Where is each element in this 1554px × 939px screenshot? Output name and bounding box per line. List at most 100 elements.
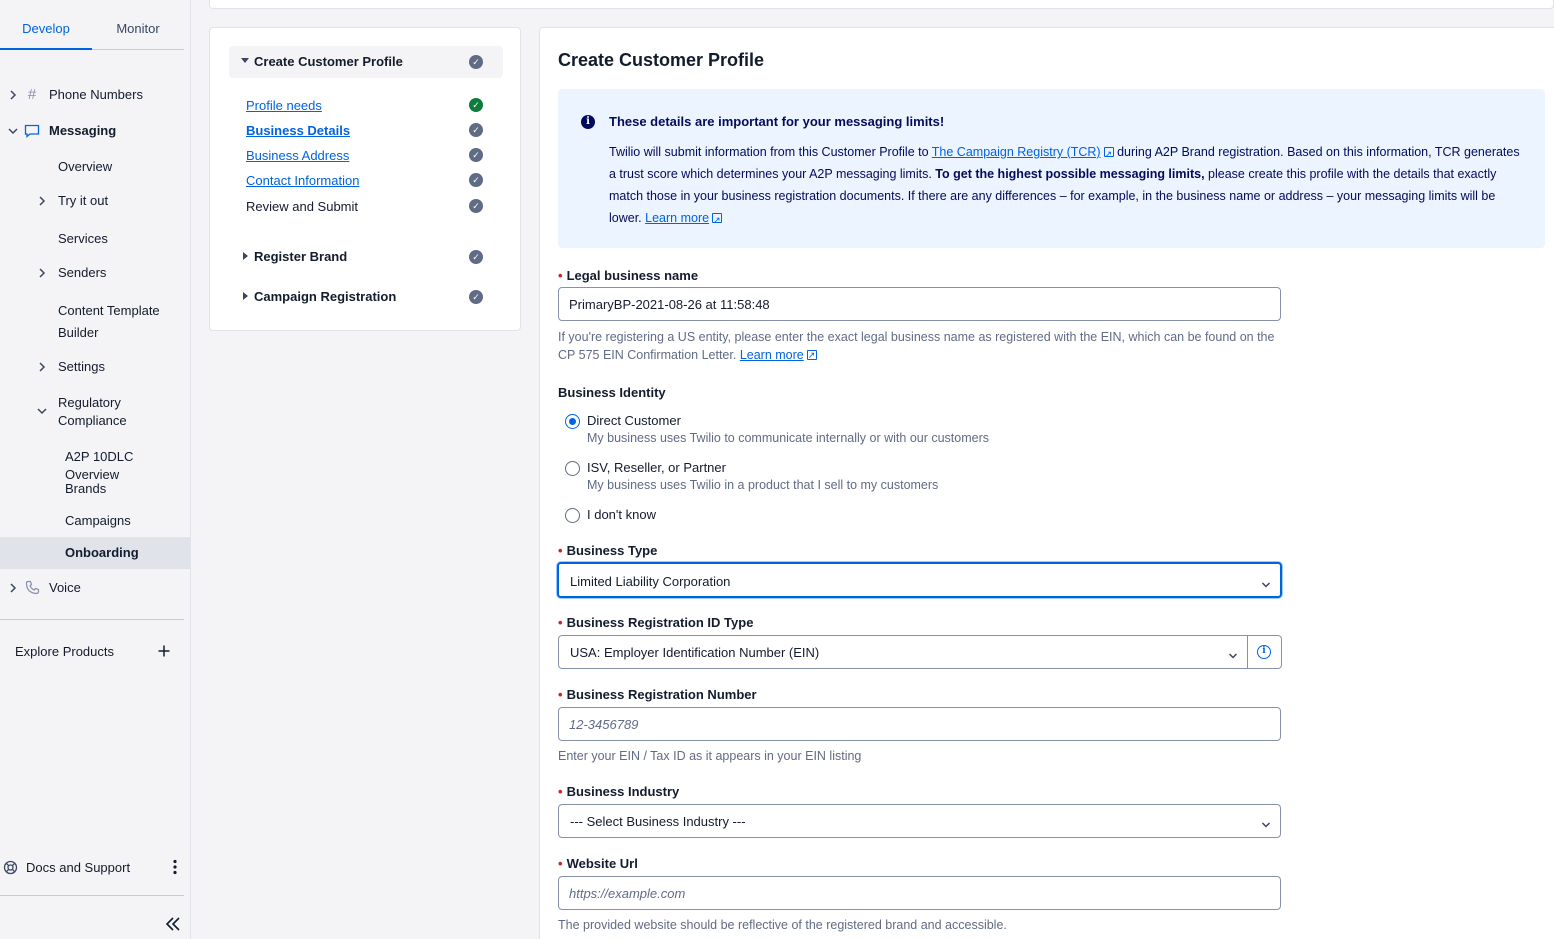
radio-direct-customer[interactable] <box>565 414 580 429</box>
chevron-right-icon <box>37 362 47 372</box>
business-industry-label: • Business Industry <box>558 784 679 799</box>
phone-icon <box>24 579 40 595</box>
chevron-down-icon <box>1261 817 1271 828</box>
nav-try-it-out[interactable]: Try it out <box>0 191 191 211</box>
nav-label: Try it out <box>58 193 109 208</box>
caret-down-icon <box>241 58 249 63</box>
label-text: Legal business name <box>566 268 699 283</box>
required-marker: • <box>558 268 563 283</box>
form-panel: Create Customer Profile i These details … <box>539 27 1554 939</box>
website-url-help: The provided website should be reflectiv… <box>558 918 1007 932</box>
substep-review-and-submit: Review and Submit <box>246 199 358 214</box>
learn-more-link[interactable]: Learn more <box>740 348 804 362</box>
business-industry-select[interactable]: --- Select Business Industry --- <box>558 804 1281 838</box>
registration-id-type-label: • Business Registration ID Type <box>558 615 753 630</box>
registration-number-input[interactable] <box>558 707 1281 741</box>
business-identity-label: Business Identity <box>558 385 666 400</box>
substep-contact-information[interactable]: Contact Information <box>246 173 359 189</box>
nav-overview[interactable]: Overview <box>0 157 191 177</box>
nav-label: Settings <box>58 359 105 374</box>
radio-description: My business uses Twilio in a product tha… <box>587 478 939 492</box>
nav-label: Campaigns <box>65 513 131 528</box>
label-text: Business Registration Number <box>566 687 757 702</box>
nav-senders[interactable]: Senders <box>0 263 191 283</box>
registration-number-label: • Business Registration Number <box>558 687 757 702</box>
explore-products[interactable]: Explore Products <box>0 642 191 662</box>
nav-services[interactable]: Services <box>0 229 191 249</box>
nav-label: Messaging <box>49 123 117 138</box>
chat-icon <box>24 123 40 139</box>
callout-title: These details are important for your mes… <box>609 114 945 129</box>
tab-develop[interactable]: Develop <box>0 0 92 50</box>
step-title: Campaign Registration <box>254 289 397 304</box>
radio-isv-reseller-partner[interactable] <box>565 461 580 476</box>
business-type-select[interactable]: Limited Liability Corporation <box>557 562 1282 598</box>
radio-dont-know[interactable] <box>565 508 580 523</box>
check-circle-icon: ✓ <box>469 55 483 69</box>
caret-right-icon <box>243 292 248 300</box>
plus-icon[interactable] <box>156 643 172 659</box>
chevron-right-icon <box>8 90 18 100</box>
nav-a2p-overview[interactable]: A2P 10DLC Overview <box>0 447 191 482</box>
tcr-link[interactable]: The Campaign Registry (TCR) <box>932 145 1101 159</box>
chevron-right-icon <box>37 196 47 206</box>
chevron-down-icon <box>1228 648 1238 659</box>
more-vertical-icon[interactable] <box>167 859 183 875</box>
check-circle-icon: ✓ <box>469 290 483 304</box>
registration-id-info-button[interactable]: i <box>1248 635 1282 669</box>
radio-label: ISV, Reseller, or Partner <box>587 460 726 475</box>
radio-description: My business uses Twilio to communicate i… <box>587 431 990 445</box>
required-marker: • <box>558 615 563 630</box>
help-text: If you're registering a US entity, pleas… <box>558 330 1275 362</box>
collapse-sidebar-icon[interactable] <box>165 917 181 931</box>
nav-label: Voice <box>49 580 81 595</box>
select-value: --- Select Business Industry --- <box>570 814 746 829</box>
nav-campaigns[interactable]: Campaigns <box>0 511 191 531</box>
legal-business-name-input[interactable] <box>558 287 1281 321</box>
required-marker: • <box>558 784 563 799</box>
nav-content-template-builder[interactable]: Content Template Builder <box>0 301 191 341</box>
check-circle-icon: ✓ <box>469 173 483 187</box>
nav-label: Onboarding <box>65 545 139 560</box>
nav-onboarding[interactable]: Onboarding <box>0 537 191 569</box>
check-circle-icon: ✓ <box>469 98 483 112</box>
nav-settings[interactable]: Settings <box>0 357 191 377</box>
messaging-limits-callout: i These details are important for your m… <box>558 89 1545 248</box>
registration-id-type-select[interactable]: USA: Employer Identification Number (EIN… <box>558 635 1248 669</box>
radio-label: I don't know <box>587 507 656 522</box>
learn-more-link[interactable]: Learn more <box>645 211 709 225</box>
chevron-down-icon <box>1261 577 1271 588</box>
top-bar <box>209 0 1554 9</box>
nav-voice[interactable]: Voice <box>0 578 191 598</box>
lifebuoy-icon <box>2 859 18 875</box>
docs-and-support[interactable]: Docs and Support <box>0 858 191 878</box>
substep-business-details[interactable]: Business Details <box>246 123 350 139</box>
legal-business-name-label: • Legal business name <box>558 268 698 283</box>
label-text: Business Industry <box>566 784 680 799</box>
step-register-brand[interactable]: Register Brand ✓ <box>229 241 503 273</box>
check-circle-icon: ✓ <box>469 250 483 264</box>
sidebar-tabs: Develop Monitor <box>0 0 184 50</box>
step-create-customer-profile[interactable]: Create Customer Profile ✓ <box>229 46 503 78</box>
nav-label: Brands <box>65 481 107 496</box>
sidebar-divider <box>0 895 184 896</box>
label-text: Business Type <box>566 543 658 558</box>
callout-bold-text: To get the highest possible messaging li… <box>935 167 1205 181</box>
step-campaign-registration[interactable]: Campaign Registration ✓ <box>229 281 503 313</box>
tab-monitor[interactable]: Monitor <box>92 0 184 49</box>
label-text: Business Registration ID Type <box>566 615 754 630</box>
chevron-down-icon <box>37 406 47 416</box>
nav-label: Builder <box>58 325 99 340</box>
nav-label: Phone Numbers <box>49 87 143 102</box>
nav-brands[interactable]: Brands <box>0 479 191 499</box>
check-circle-icon: ✓ <box>469 123 483 137</box>
chevron-right-icon <box>37 268 47 278</box>
caret-right-icon <box>243 252 248 260</box>
info-icon: i <box>581 115 595 129</box>
substep-business-address[interactable]: Business Address <box>246 148 349 164</box>
substep-profile-needs[interactable]: Profile needs <box>246 98 322 114</box>
nav-regulatory-compliance[interactable]: Regulatory Compliance <box>0 393 191 433</box>
website-url-input[interactable] <box>558 876 1281 910</box>
nav-phone-numbers[interactable]: # Phone Numbers <box>0 85 191 105</box>
nav-messaging[interactable]: Messaging <box>0 121 191 141</box>
